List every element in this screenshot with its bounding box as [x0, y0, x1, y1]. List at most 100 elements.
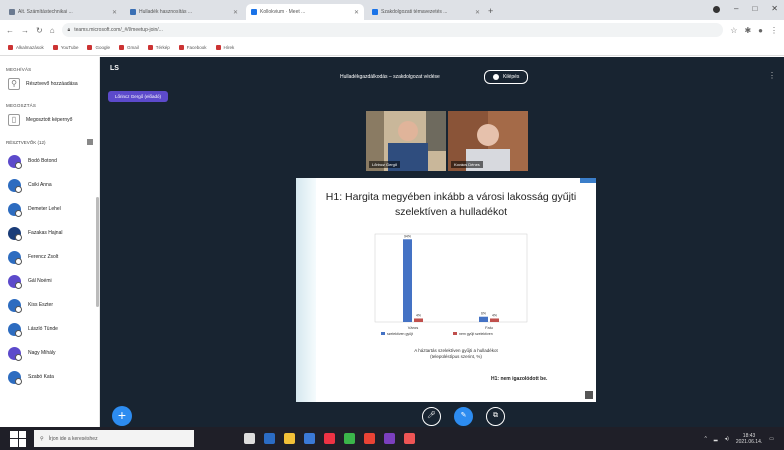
bookmark-item[interactable]: Hírek	[215, 45, 234, 50]
url-field[interactable]: 🔒︎ teams.microsoft.com/_#/l/meetup-join/…	[61, 23, 724, 37]
participant-name: Kiss Eszter	[28, 302, 54, 308]
bar	[414, 318, 423, 322]
avatar	[8, 370, 22, 385]
bookmark-item[interactable]: Alkalmazások	[8, 45, 44, 50]
volume-icon[interactable]: ◂)	[725, 436, 729, 442]
participant-item[interactable]: Demeter Lehel	[0, 197, 99, 221]
file-explorer-icon[interactable]	[284, 433, 295, 444]
participant-item[interactable]: László Tünde	[0, 317, 99, 341]
browser-tab[interactable]: Hulladék hasznosítás ... ✕	[125, 4, 243, 20]
panel-options-icon[interactable]	[87, 139, 93, 145]
legend-label: nem gyűjt szelektíven	[459, 332, 493, 336]
participant-item[interactable]: Fazakas Hajnal	[0, 221, 99, 245]
leave-button[interactable]: Kilépés	[484, 70, 529, 84]
plot-area	[374, 233, 528, 323]
participant-list: Bodó Botond Csiki Anna Demeter Lehel Fazaka…	[0, 149, 99, 389]
menu-icon[interactable]: ⋮	[770, 26, 778, 35]
panel-scrollbar[interactable]	[96, 197, 99, 307]
close-icon[interactable]: ✕	[771, 4, 778, 13]
minimize-icon[interactable]: –	[734, 4, 738, 13]
add-participant-label: Résztvevő hozzáadása	[26, 81, 78, 87]
bookmark-icon	[8, 45, 13, 50]
bookmark-icon	[178, 45, 184, 50]
bookmark-label: Térkép	[155, 45, 170, 50]
profile-icon[interactable]	[713, 6, 720, 13]
participant-item[interactable]: Bodó Botond	[0, 149, 99, 173]
add-button[interactable]: +	[112, 406, 132, 426]
participant-item[interactable]: Szabó Kata	[0, 365, 99, 389]
powerpoint-icon[interactable]	[404, 433, 415, 444]
participant-item[interactable]: Gál Noémi	[0, 269, 99, 293]
account-icon[interactable]: ●	[758, 26, 763, 35]
bookmark-item[interactable]: YouTube	[52, 45, 78, 50]
word-icon[interactable]	[304, 433, 315, 444]
browser-tab[interactable]: Alt. Számítástechnikai ... ✕	[4, 4, 122, 20]
slide-navigation-icon[interactable]	[585, 391, 593, 399]
legend-swatch	[381, 332, 385, 335]
reload-icon[interactable]: ↻	[36, 26, 43, 35]
bookmark-item[interactable]: Google	[87, 45, 110, 50]
excel-icon[interactable]	[344, 433, 355, 444]
browser-tab[interactable]: Kollokvium · Meet ... ✕	[246, 4, 364, 20]
camera-icon: ✎	[460, 412, 467, 419]
clock[interactable]: 18:43 2021.06.14.	[736, 433, 762, 445]
back-icon[interactable]: ←	[6, 26, 14, 35]
tab-close-icon[interactable]: ✕	[112, 9, 117, 16]
microphone-button[interactable]: 🎤︎	[422, 407, 441, 426]
lock-icon: 🔒︎	[67, 27, 71, 33]
task-view-icon[interactable]	[244, 433, 255, 444]
bookmark-item[interactable]: Facebook	[178, 45, 207, 50]
bookmark-item[interactable]: Gmail	[118, 45, 139, 50]
shared-screen-button[interactable]: ▯ Megosztott képernyő	[0, 111, 99, 129]
participant-item[interactable]: Ferencz Zsolt	[0, 245, 99, 269]
extensions-icon[interactable]: ✱	[744, 26, 751, 35]
tray-up-arrow-icon[interactable]: ^	[704, 436, 706, 442]
bookmark-label: Gmail	[126, 45, 139, 50]
tab-close-icon[interactable]: ✕	[475, 9, 480, 16]
legend-swatch	[453, 332, 457, 335]
more-options-icon[interactable]: ⋮	[768, 71, 776, 80]
bookmark-icon	[87, 45, 93, 50]
participant-item[interactable]: Csiki Anna	[0, 173, 99, 197]
teams-icon[interactable]	[384, 433, 395, 444]
participant-item[interactable]: Kiss Eszter	[0, 293, 99, 317]
participant-item[interactable]: Nagy Mihály	[0, 341, 99, 365]
bar-chart: 94% 4% Város 6% 4% Falu szelektíven gyűjt nem g…	[374, 233, 528, 336]
participant-name: Bodó Botond	[28, 158, 57, 164]
participants-header: RÉSZTVEVŐK (12)	[0, 129, 99, 149]
tab-close-icon[interactable]: ✕	[354, 9, 359, 16]
screen-share-button[interactable]: ⧉	[486, 407, 505, 426]
chrome-icon[interactable]	[364, 433, 375, 444]
screen-share-icon: ⧉	[493, 412, 498, 419]
forward-icon[interactable]: →	[21, 26, 29, 35]
avatar	[8, 226, 22, 241]
windows-start-icon[interactable]	[10, 430, 26, 447]
camera-tile[interactable]: Kovács Dénes	[448, 111, 528, 171]
new-tab-button[interactable]: +	[488, 4, 500, 20]
bar	[403, 239, 412, 322]
bookmark-label: Facebook	[186, 45, 207, 50]
maximize-icon[interactable]: □	[752, 4, 757, 13]
taskbar-search-field[interactable]: ⚲ Írjon ide a kereséshez	[34, 430, 194, 447]
x-tick-label: Város	[408, 325, 418, 330]
data-label: 4%	[416, 313, 421, 317]
avatar	[8, 274, 22, 289]
add-participant-button[interactable]: ⚲ Résztvevő hozzáadása	[0, 75, 99, 93]
bookmark-icon	[215, 45, 221, 50]
slide-conclusion: H1: nem igazolódott be.	[491, 376, 548, 382]
camera-tile[interactable]: Lőrincz Gergő	[366, 111, 446, 171]
star-icon[interactable]: ☆	[730, 26, 737, 35]
notifications-icon[interactable]: ▭	[769, 436, 774, 442]
edge-icon[interactable]	[264, 433, 275, 444]
avatar	[8, 250, 22, 265]
bookmark-item[interactable]: Térkép	[147, 45, 170, 50]
tab-favicon-icon	[9, 9, 15, 15]
network-icon[interactable]: ▂	[714, 436, 718, 442]
tab-close-icon[interactable]: ✕	[233, 9, 238, 16]
home-icon[interactable]: ⌂	[50, 26, 55, 35]
camera-button[interactable]: ✎	[454, 407, 473, 426]
participant-name: László Tünde	[28, 326, 58, 332]
leave-label: Kilépés	[503, 74, 520, 80]
browser-tab[interactable]: Szakdolgozati témavezetés ... ✕	[367, 4, 485, 20]
acrobat-icon[interactable]	[324, 433, 335, 444]
